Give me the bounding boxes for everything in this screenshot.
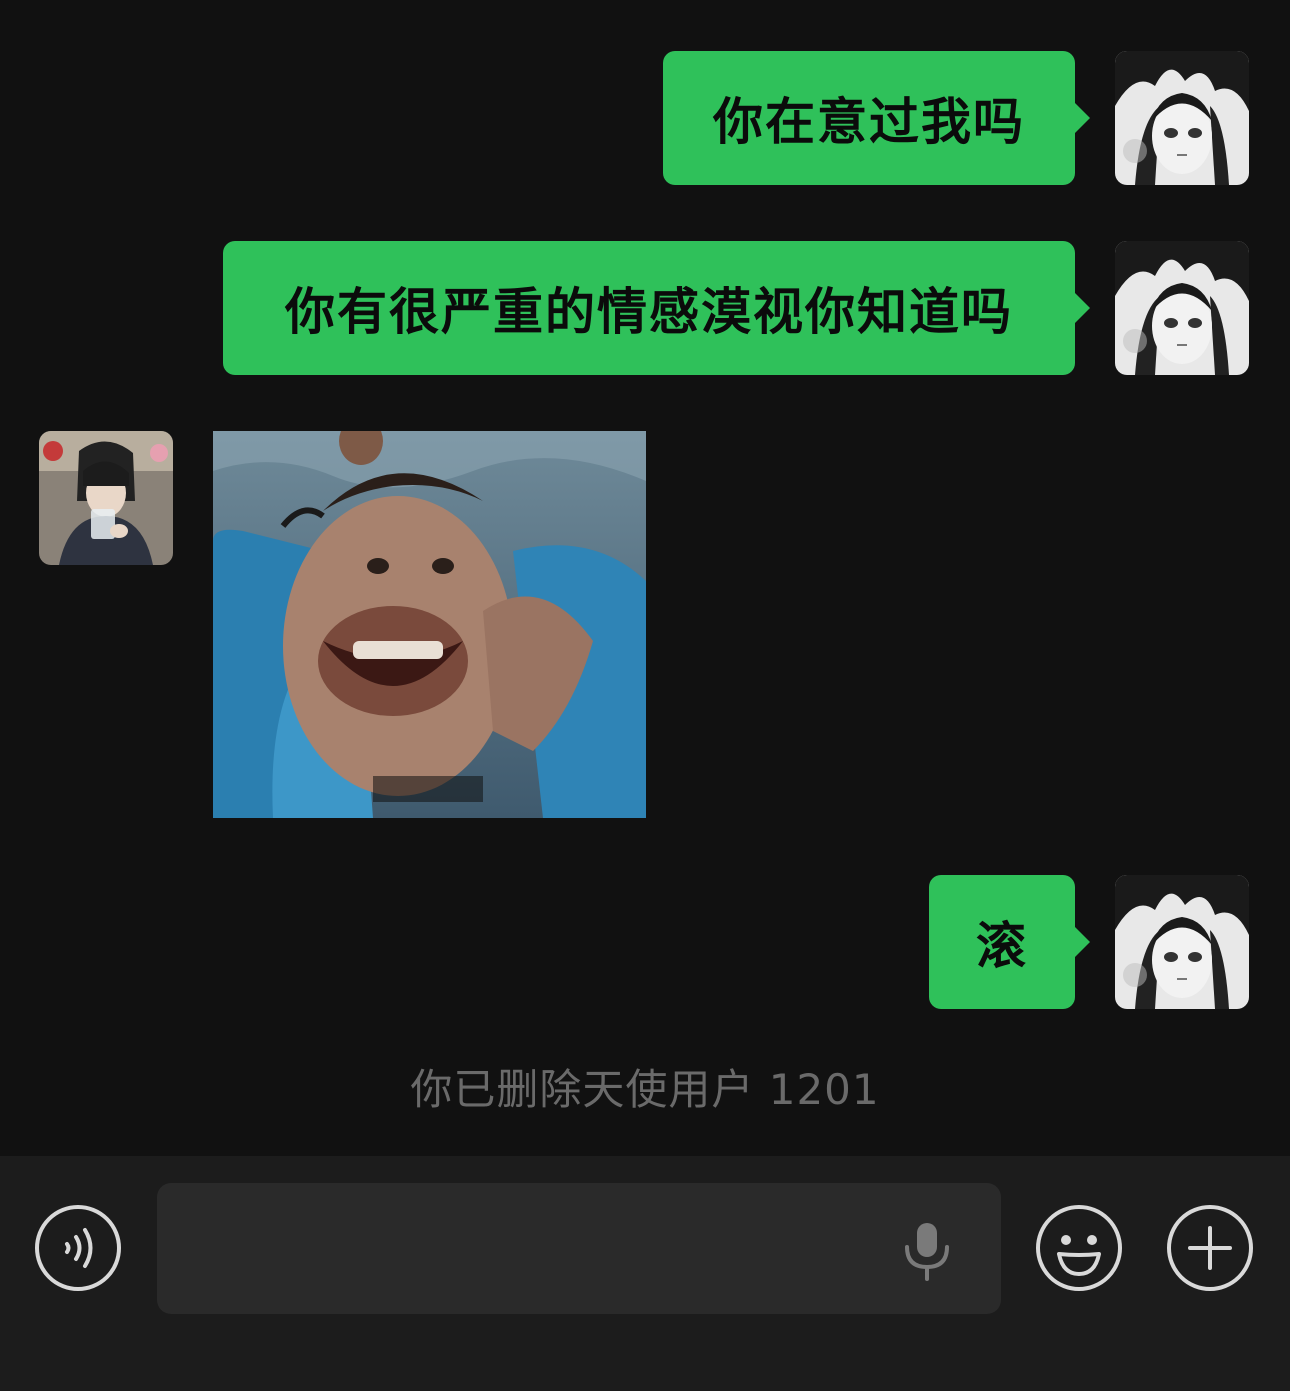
message-bubble-outgoing[interactable]: 滚 — [929, 875, 1090, 1009]
voice-mode-icon[interactable] — [34, 1204, 122, 1292]
system-notice: 你已删除天使用户 1201 — [410, 1065, 880, 1114]
my-avatar[interactable] — [1115, 51, 1249, 185]
contact-avatar[interactable] — [39, 431, 173, 565]
my-avatar[interactable] — [1115, 875, 1249, 1009]
plus-icon[interactable] — [1166, 1204, 1254, 1292]
message-text: 滚 — [976, 917, 1028, 975]
message-input[interactable] — [157, 1183, 1001, 1314]
microphone-icon[interactable] — [899, 1219, 955, 1283]
sticker-image[interactable] — [213, 431, 646, 818]
message-text: 你在意过我吗 — [713, 93, 1025, 151]
input-bar — [0, 1156, 1290, 1391]
message-bubble-outgoing[interactable]: 你有很严重的情感漠视你知道吗 — [223, 241, 1090, 375]
message-text: 你有很严重的情感漠视你知道吗 — [285, 283, 1013, 341]
emoji-icon[interactable] — [1035, 1204, 1123, 1292]
chat-area: 你在意过我吗 你有很严重的情感漠视你知道吗 滚 你已删除天使用户 1201 — [0, 0, 1290, 1156]
message-bubble-outgoing[interactable]: 你在意过我吗 — [663, 51, 1090, 185]
my-avatar[interactable] — [1115, 241, 1249, 375]
